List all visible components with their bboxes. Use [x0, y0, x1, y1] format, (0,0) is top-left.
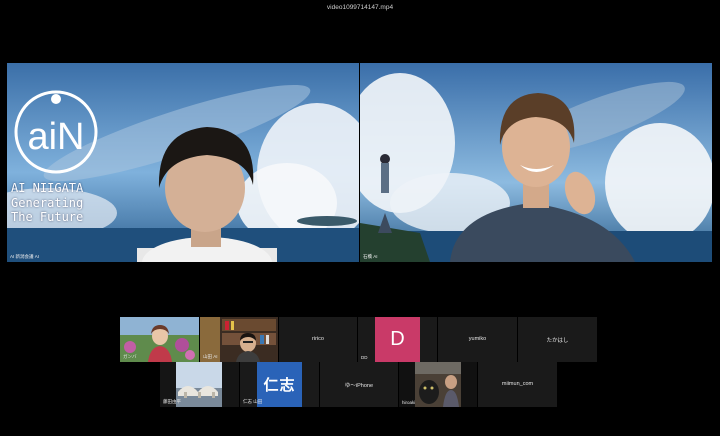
speaker-video-2[interactable]: 石橋 AI	[360, 63, 712, 262]
participant-name: ゆ〜iPhone	[344, 383, 374, 389]
speaker-video-1[interactable]: aiN AI NIIGATA Generating The Future AI …	[7, 63, 359, 262]
participant-tile-yu-iphone[interactable]: ゆ〜iPhone	[320, 362, 398, 407]
participant-tile-dd[interactable]: D DD	[358, 317, 437, 362]
participant-tile-hiroaki[interactable]: hiroaki	[399, 362, 477, 407]
participant-avatar-d: D	[375, 317, 420, 362]
window-title: video1099714147.mp4	[326, 4, 394, 11]
participant-tile-ganba[interactable]: ガンバ	[120, 317, 199, 362]
ain-tagline: AI NIIGATA Generating The Future	[11, 181, 84, 224]
participant-avatar-hitoshi: 仁志	[257, 362, 302, 407]
participant-tile-takahashi[interactable]: たかはし	[518, 317, 597, 362]
participant-tile-yamada[interactable]: 山田 AI	[200, 317, 278, 362]
participant-tile-fujita[interactable]: 藤田由平	[160, 362, 239, 407]
speaker-2-background	[360, 63, 712, 262]
speaker-name-2: 石橋 AI	[363, 254, 378, 259]
participant-tile-hitoshi[interactable]: 仁志 仁志 山田	[240, 362, 319, 407]
participant-name: DD	[361, 355, 368, 360]
ain-logo: aiN	[14, 90, 98, 174]
participant-name: ririco	[312, 336, 324, 342]
speaker-name-1: AI 新潟会議 AI	[10, 254, 40, 259]
participant-name: 山田 AI	[203, 354, 218, 359]
participant-name: 仁志 山田	[243, 399, 263, 404]
participant-name: 藤田由平	[163, 399, 181, 404]
logo-text: aiN	[27, 116, 84, 158]
participant-tile-yumiko[interactable]: yumiko	[438, 317, 517, 362]
participant-name: たかはし	[546, 338, 569, 344]
participant-name: ガンバ	[123, 354, 137, 359]
participant-name: yumiko	[468, 336, 487, 342]
participant-name: miimun_com	[501, 381, 534, 387]
participant-tile-ririco[interactable]: ririco	[279, 317, 357, 362]
participant-tile-miimun[interactable]: miimun_com	[478, 362, 557, 407]
participant-name: hiroaki	[402, 400, 416, 405]
